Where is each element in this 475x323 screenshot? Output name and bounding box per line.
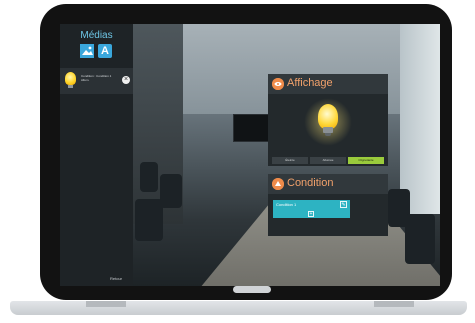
state-off-button[interactable]: Éteinte bbox=[272, 157, 308, 164]
affichage-panel: Affichage Éteinte Allumée Clignotante bbox=[268, 74, 388, 166]
state-on-button[interactable]: Allumée bbox=[310, 157, 346, 164]
room-chair bbox=[405, 214, 435, 264]
media-sidebar: Médias A Condition : Condition 1 Allum. … bbox=[60, 24, 133, 286]
text-icon[interactable]: A bbox=[98, 44, 112, 58]
lightbulb-icon bbox=[65, 72, 76, 85]
condition-row[interactable]: Condition 1 ✎ bbox=[273, 200, 350, 210]
lightbulb-icon bbox=[318, 104, 338, 129]
lightbulb-tip bbox=[325, 133, 331, 136]
condition-row-label: Condition 1 bbox=[276, 202, 297, 207]
condition-icon bbox=[272, 178, 284, 190]
add-icon: + bbox=[308, 211, 314, 217]
room-chair bbox=[140, 162, 158, 192]
close-icon[interactable]: × bbox=[122, 76, 130, 84]
edit-icon[interactable]: ✎ bbox=[340, 201, 347, 208]
room-chair bbox=[160, 174, 182, 208]
media-list-item[interactable]: Condition : Condition 1 Allum. × bbox=[60, 68, 133, 94]
laptop-foot-left bbox=[86, 301, 126, 307]
image-icon[interactable] bbox=[80, 44, 94, 58]
room-chair bbox=[135, 199, 163, 241]
affichage-title: Affichage bbox=[287, 77, 333, 89]
condition-panel: Condition Condition 1 ✎ + bbox=[268, 174, 388, 236]
lightbulb-base bbox=[68, 85, 73, 88]
condition-header: Condition bbox=[268, 174, 388, 194]
screen: Médias A Condition : Condition 1 Allum. … bbox=[60, 24, 440, 286]
sidebar-title: Médias bbox=[80, 30, 113, 41]
laptop-home-indicator bbox=[233, 286, 271, 293]
add-condition-button[interactable]: + bbox=[273, 210, 350, 218]
media-item-text: Condition : Condition 1 Allum. bbox=[81, 74, 111, 82]
sidebar-footer-link[interactable]: Retour bbox=[110, 276, 122, 281]
room-tv bbox=[233, 114, 271, 142]
condition-title: Condition bbox=[287, 177, 334, 189]
eye-icon bbox=[272, 78, 284, 90]
laptop-foot-right bbox=[374, 301, 414, 307]
affichage-header: Affichage bbox=[268, 74, 388, 94]
media-item-line2: Allum. bbox=[81, 78, 90, 82]
state-blink-button[interactable]: Clignotante bbox=[348, 157, 384, 164]
room-window bbox=[400, 24, 440, 214]
